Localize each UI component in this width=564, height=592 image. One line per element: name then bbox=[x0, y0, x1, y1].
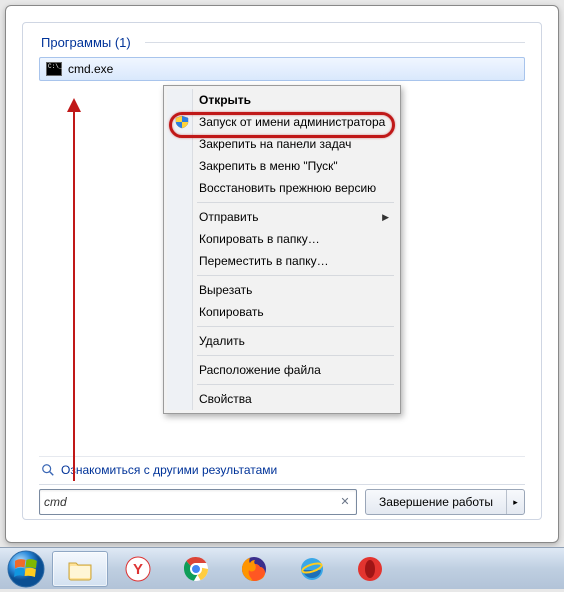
taskbar-opera[interactable] bbox=[342, 551, 398, 587]
divider bbox=[39, 456, 525, 457]
search-icon bbox=[41, 463, 55, 477]
taskbar: Y bbox=[0, 547, 564, 589]
ctx-open[interactable]: Открыть bbox=[167, 89, 397, 111]
taskbar-explorer[interactable] bbox=[52, 551, 108, 587]
ctx-run-as-admin-label: Запуск от имени администратора bbox=[199, 115, 385, 129]
ctx-label: Удалить bbox=[199, 334, 245, 348]
clear-icon[interactable]: ✕ bbox=[338, 495, 352, 509]
ctx-label: Восстановить прежнюю версию bbox=[199, 181, 376, 195]
ctx-cut[interactable]: Вырезать bbox=[167, 279, 397, 301]
ctx-restore-previous[interactable]: Восстановить прежнюю версию bbox=[167, 177, 397, 199]
ctx-label: Вырезать bbox=[199, 283, 252, 297]
taskbar-chrome[interactable] bbox=[168, 551, 224, 587]
ctx-label: Расположение файла bbox=[199, 363, 321, 377]
ctx-open-label: Открыть bbox=[199, 93, 251, 107]
divider bbox=[39, 484, 525, 485]
ctx-label: Переместить в папку… bbox=[199, 254, 329, 268]
annotation-arrow-line bbox=[73, 111, 75, 481]
section-rule bbox=[145, 42, 525, 43]
ctx-file-location[interactable]: Расположение файла bbox=[167, 359, 397, 381]
ctx-label: Закрепить в меню "Пуск" bbox=[199, 159, 338, 173]
ctx-pin-start[interactable]: Закрепить в меню "Пуск" bbox=[167, 155, 397, 177]
search-row: ✕ Завершение работы ▸ bbox=[39, 489, 525, 515]
context-menu: Открыть Запуск от имени администратора З… bbox=[163, 85, 401, 414]
ctx-label: Копировать в папку… bbox=[199, 232, 320, 246]
ctx-properties[interactable]: Свойства bbox=[167, 388, 397, 410]
shutdown-label: Завершение работы bbox=[366, 495, 506, 509]
ctx-copy-to-folder[interactable]: Копировать в папку… bbox=[167, 228, 397, 250]
firefox-icon bbox=[241, 556, 267, 582]
start-button[interactable] bbox=[6, 549, 46, 589]
ctx-run-as-admin[interactable]: Запуск от имени администратора bbox=[167, 111, 397, 133]
ctx-move-to-folder[interactable]: Переместить в папку… bbox=[167, 250, 397, 272]
shutdown-button[interactable]: Завершение работы ▸ bbox=[365, 489, 525, 515]
ctx-label: Закрепить на панели задач bbox=[199, 137, 351, 151]
ctx-separator bbox=[197, 355, 394, 356]
svg-text:Y: Y bbox=[133, 561, 143, 578]
search-result-cmd[interactable]: cmd.exe bbox=[39, 57, 525, 81]
see-more-results-link[interactable]: Ознакомиться с другими результатами bbox=[41, 463, 277, 477]
taskbar-firefox[interactable] bbox=[226, 551, 282, 587]
shutdown-options-button[interactable]: ▸ bbox=[506, 490, 524, 514]
opera-icon bbox=[357, 556, 383, 582]
uac-shield-icon bbox=[175, 115, 189, 129]
search-result-label: cmd.exe bbox=[68, 62, 113, 76]
chevron-right-icon: ▶ bbox=[382, 212, 389, 223]
folder-icon bbox=[67, 556, 93, 582]
search-box[interactable]: ✕ bbox=[39, 489, 357, 515]
ctx-separator bbox=[197, 275, 394, 276]
ctx-delete[interactable]: Удалить bbox=[167, 330, 397, 352]
taskbar-yandex[interactable]: Y bbox=[110, 551, 166, 587]
ctx-separator bbox=[197, 384, 394, 385]
ctx-copy[interactable]: Копировать bbox=[167, 301, 397, 323]
ctx-separator bbox=[197, 326, 394, 327]
ctx-label: Свойства bbox=[199, 392, 252, 406]
search-input[interactable] bbox=[44, 495, 338, 509]
annotation-arrow-head bbox=[67, 98, 81, 112]
yandex-icon: Y bbox=[125, 556, 151, 582]
ie-icon bbox=[299, 556, 325, 582]
ctx-separator bbox=[197, 202, 394, 203]
chevron-right-icon: ▸ bbox=[513, 497, 518, 508]
see-more-label: Ознакомиться с другими результатами bbox=[61, 463, 277, 477]
cmd-icon bbox=[46, 62, 62, 76]
taskbar-ie[interactable] bbox=[284, 551, 340, 587]
ctx-pin-taskbar[interactable]: Закрепить на панели задач bbox=[167, 133, 397, 155]
ctx-label: Копировать bbox=[199, 305, 264, 319]
ctx-label: Отправить bbox=[199, 210, 259, 224]
ctx-send-to[interactable]: Отправить ▶ bbox=[167, 206, 397, 228]
chrome-icon bbox=[183, 556, 209, 582]
